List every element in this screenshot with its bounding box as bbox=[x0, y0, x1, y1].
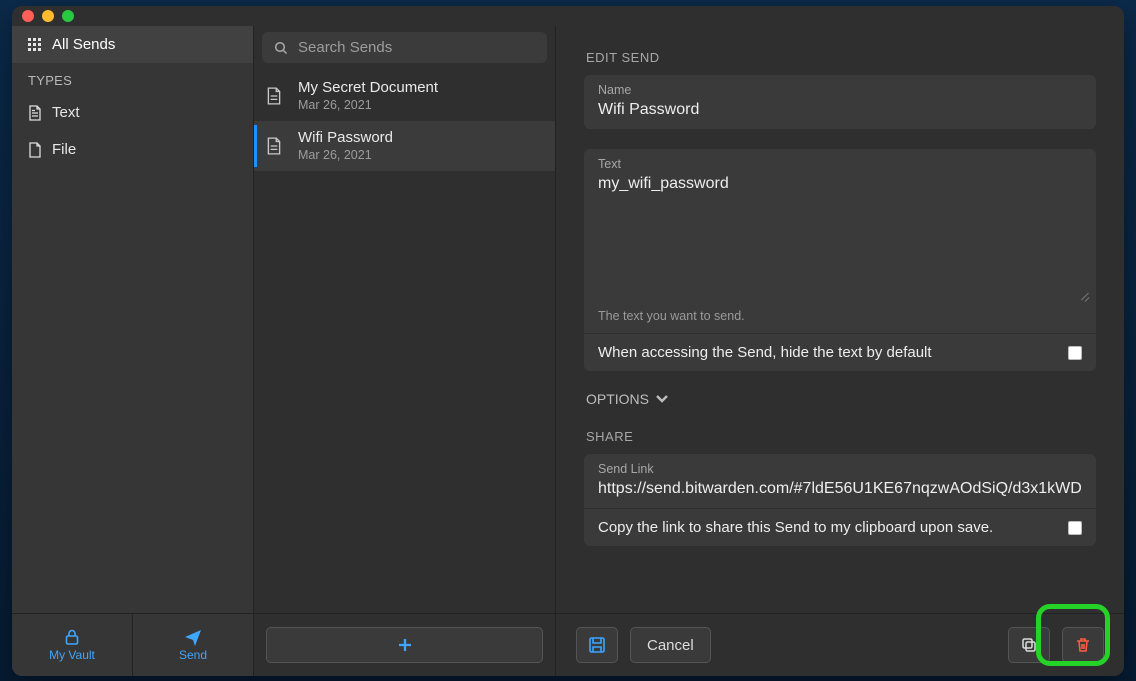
sidebar-item-type-file[interactable]: File bbox=[12, 131, 253, 168]
copy-icon bbox=[1020, 636, 1038, 654]
tab-send[interactable]: Send bbox=[133, 614, 253, 676]
options-label: OPTIONS bbox=[586, 391, 649, 407]
sidebar-type-text-label: Text bbox=[52, 104, 80, 121]
chevron-down-icon bbox=[655, 393, 669, 405]
send-link-value: https://send.bitwarden.com/#7ldE56U1KE67… bbox=[598, 480, 1082, 498]
send-link-field[interactable]: Send Link https://send.bitwarden.com/#7l… bbox=[584, 454, 1096, 508]
text-value: my_wifi_password bbox=[598, 175, 1082, 295]
sidebar-all-sends-label: All Sends bbox=[52, 36, 115, 53]
delete-button[interactable] bbox=[1062, 627, 1104, 663]
options-toggle[interactable]: OPTIONS bbox=[586, 391, 1096, 407]
grid-icon bbox=[28, 38, 42, 52]
share-card: Send Link https://send.bitwarden.com/#7l… bbox=[584, 454, 1096, 546]
copy-on-save-checkbox[interactable] bbox=[1068, 521, 1082, 535]
send-link-label: Send Link bbox=[598, 462, 1082, 476]
copy-link-button[interactable] bbox=[1008, 627, 1050, 663]
sidebar-item-type-text[interactable]: Text bbox=[12, 94, 253, 131]
search-icon bbox=[274, 41, 288, 55]
plus-icon bbox=[397, 637, 413, 653]
text-label: Text bbox=[598, 157, 1082, 171]
text-field[interactable]: Text my_wifi_password bbox=[584, 149, 1096, 305]
cancel-label: Cancel bbox=[647, 637, 694, 654]
file-icon bbox=[28, 142, 42, 158]
hide-text-label: When accessing the Send, hide the text b… bbox=[598, 344, 932, 361]
paper-plane-icon bbox=[184, 628, 202, 646]
send-list-column: My Secret Document Mar 26, 2021 Wifi Pas… bbox=[254, 26, 556, 676]
file-icon bbox=[266, 137, 286, 155]
hide-text-row[interactable]: When accessing the Send, hide the text b… bbox=[584, 333, 1096, 371]
bottom-tabs: My Vault Send bbox=[12, 613, 253, 676]
name-card: Name Wifi Password bbox=[584, 75, 1096, 129]
file-icon bbox=[266, 87, 286, 105]
add-send-button[interactable] bbox=[266, 627, 543, 663]
window-zoom-dot[interactable] bbox=[62, 10, 74, 22]
list-item[interactable]: Wifi Password Mar 26, 2021 bbox=[254, 121, 555, 171]
list-item-date: Mar 26, 2021 bbox=[298, 148, 393, 162]
list-item-title: My Secret Document bbox=[298, 79, 438, 96]
list-item[interactable]: My Secret Document Mar 26, 2021 bbox=[254, 71, 555, 121]
lock-icon bbox=[63, 628, 81, 646]
name-field[interactable]: Name Wifi Password bbox=[584, 75, 1096, 129]
share-header: SHARE bbox=[586, 429, 1096, 444]
sidebar-types-header: TYPES bbox=[12, 63, 253, 94]
cancel-button[interactable]: Cancel bbox=[630, 627, 711, 663]
tab-my-vault-label: My Vault bbox=[49, 648, 95, 662]
search-input[interactable] bbox=[298, 39, 535, 56]
list-item-date: Mar 26, 2021 bbox=[298, 98, 438, 112]
name-value: Wifi Password bbox=[598, 101, 1082, 119]
copy-on-save-row[interactable]: Copy the link to share this Send to my c… bbox=[584, 508, 1096, 546]
hide-text-checkbox[interactable] bbox=[1068, 346, 1082, 360]
resize-handle-icon[interactable] bbox=[1080, 289, 1090, 299]
edit-send-header: EDIT SEND bbox=[586, 50, 1096, 65]
list-item-title: Wifi Password bbox=[298, 129, 393, 146]
tab-my-vault[interactable]: My Vault bbox=[12, 614, 133, 676]
window-minimize-dot[interactable] bbox=[42, 10, 54, 22]
text-file-icon bbox=[28, 105, 42, 121]
save-button[interactable] bbox=[576, 627, 618, 663]
window-titlebar bbox=[12, 6, 1124, 26]
window-close-dot[interactable] bbox=[22, 10, 34, 22]
sidebar-item-all-sends[interactable]: All Sends bbox=[12, 26, 253, 63]
sidebar-type-file-label: File bbox=[52, 141, 76, 158]
copy-on-save-label: Copy the link to share this Send to my c… bbox=[598, 519, 993, 536]
send-list: My Secret Document Mar 26, 2021 Wifi Pas… bbox=[254, 71, 555, 613]
save-icon bbox=[588, 636, 606, 654]
tab-send-label: Send bbox=[179, 648, 207, 662]
detail-footer: Cancel bbox=[556, 613, 1124, 676]
sidebar: All Sends TYPES Text File bbox=[12, 26, 254, 676]
detail-pane: EDIT SEND Name Wifi Password Text my_wif… bbox=[556, 26, 1124, 676]
search-box[interactable] bbox=[262, 32, 547, 63]
text-card: Text my_wifi_password The text you want … bbox=[584, 149, 1096, 371]
app-window: All Sends TYPES Text File bbox=[12, 6, 1124, 676]
text-hint: The text you want to send. bbox=[584, 305, 1096, 333]
name-label: Name bbox=[598, 83, 1082, 97]
trash-icon bbox=[1074, 636, 1092, 654]
